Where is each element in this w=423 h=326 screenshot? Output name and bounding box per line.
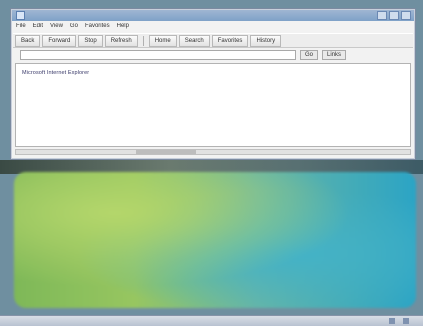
- volume-icon[interactable]: [389, 318, 395, 324]
- search-button[interactable]: Search: [178, 34, 210, 47]
- toolbar: Back Forward Stop Refresh Home Search Fa…: [13, 33, 413, 48]
- menu-edit[interactable]: Edit: [33, 23, 43, 31]
- refresh-button[interactable]: Refresh: [104, 34, 138, 47]
- scrollbar-thumb[interactable]: [136, 150, 196, 154]
- system-tray: [389, 318, 417, 324]
- history-button[interactable]: History: [250, 34, 282, 47]
- minimize-icon[interactable]: [377, 11, 387, 20]
- menu-help[interactable]: Help: [117, 23, 129, 31]
- menu-favorites[interactable]: Favorites: [85, 23, 110, 31]
- forward-button[interactable]: Forward: [42, 34, 77, 47]
- maximize-icon[interactable]: [389, 11, 399, 20]
- stop-button[interactable]: Stop: [78, 34, 103, 47]
- links-button[interactable]: Links: [322, 49, 347, 60]
- menu-view[interactable]: View: [50, 23, 63, 31]
- taskbar: [0, 315, 423, 326]
- close-icon[interactable]: [401, 11, 411, 20]
- window-controls: [377, 11, 411, 20]
- horizontal-scrollbar[interactable]: [15, 149, 411, 155]
- menu-file[interactable]: File: [16, 23, 26, 31]
- address-input[interactable]: [20, 49, 296, 60]
- menu-bar: File Edit View Go Favorites Help: [13, 23, 413, 31]
- network-icon[interactable]: [403, 318, 409, 324]
- gradient-wallpaper: [14, 172, 416, 308]
- toolbar-divider: [142, 35, 144, 46]
- menu-go[interactable]: Go: [70, 23, 78, 31]
- go-button[interactable]: Go: [300, 49, 319, 60]
- app-icon: [16, 11, 25, 20]
- back-button[interactable]: Back: [15, 34, 41, 47]
- address-bar: Go Links: [13, 49, 413, 60]
- page-content: Microsoft Internet Explorer: [15, 63, 411, 147]
- content-line: Microsoft Internet Explorer: [22, 70, 90, 76]
- home-button[interactable]: Home: [148, 34, 177, 47]
- title-bar[interactable]: [12, 10, 414, 21]
- browser-window: File Edit View Go Favorites Help Back Fo…: [10, 8, 416, 160]
- favorites-button[interactable]: Favorites: [211, 34, 249, 47]
